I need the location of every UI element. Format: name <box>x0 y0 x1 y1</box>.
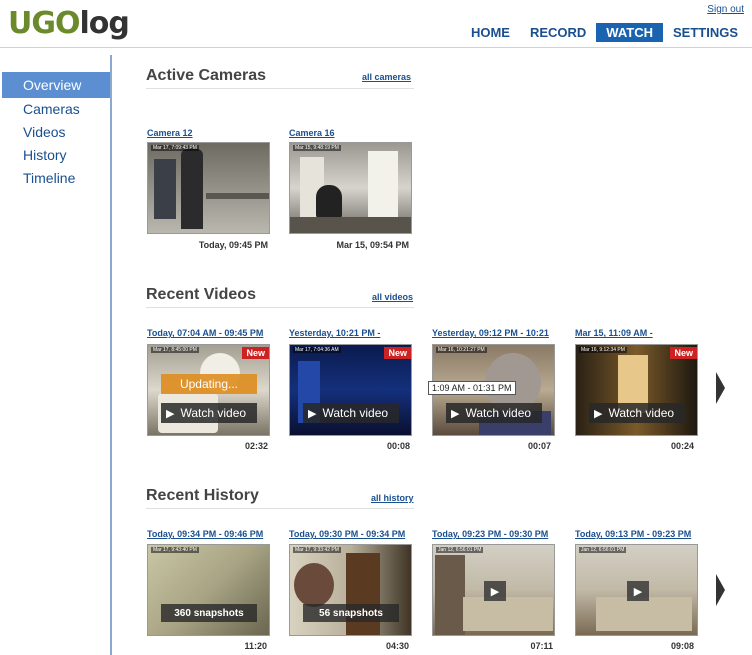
video-1-duration: 02:32 <box>244 441 268 451</box>
history-2-link[interactable]: Today, 09:30 PM - 09:34 PM <box>289 529 405 539</box>
history-1-duration: 11:20 <box>244 641 267 651</box>
sidebar-item-overview[interactable]: Overview <box>2 72 110 98</box>
timestamp-overlay: Mar 15, 9:48:19 PM <box>293 145 341 151</box>
history-1-thumbnail[interactable]: Mar 17, 9:43:40 PM 360 snapshots <box>147 544 270 636</box>
history-3-thumbnail[interactable]: Jan 12, 6:56:01 PM ▶ <box>432 544 555 636</box>
watch-video-label: Watch video <box>180 406 247 420</box>
sofa-shape <box>463 597 553 631</box>
video-1-thumbnail[interactable]: Mar 17, 8:45:00 PM New Updating... ▶ Watc… <box>147 344 270 436</box>
cat-shape <box>316 185 342 219</box>
recent-history-title: Recent History <box>146 487 259 504</box>
watch-video-label: Watch video <box>322 406 389 420</box>
timestamp-overlay: Mar 17, 8:45:00 PM <box>151 347 199 353</box>
watch-video-button[interactable]: ▶ Watch video <box>161 403 257 423</box>
sofa-shape <box>596 597 692 631</box>
camera-12-link[interactable]: Camera 12 <box>147 128 193 138</box>
watch-video-button[interactable]: ▶ Watch video <box>446 403 542 423</box>
time-range-tooltip: 1:09 AM - 01:31 PM <box>428 381 516 395</box>
sidebar-item-cameras[interactable]: Cameras <box>0 98 110 121</box>
video-4-link[interactable]: Mar 15, 11:09 AM - <box>575 328 653 338</box>
history-4-thumbnail[interactable]: Jan 12, 6:56:01 PM ▶ <box>575 544 698 636</box>
video-1-link[interactable]: Today, 07:04 AM - 09:45 PM <box>147 328 263 338</box>
play-icon: ▶ <box>308 407 317 420</box>
all-cameras-link[interactable]: all cameras <box>362 72 411 82</box>
bookshelf-shape <box>346 553 380 635</box>
play-icon[interactable]: ▶ <box>627 581 649 601</box>
play-icon: ▶ <box>166 407 175 420</box>
video-3-link[interactable]: Yesterday, 09:12 PM - 10:21 <box>432 328 549 338</box>
snapshots-count-label: 56 snapshots <box>303 604 399 622</box>
new-badge: New <box>670 347 697 359</box>
play-icon[interactable]: ▶ <box>484 581 506 601</box>
ugolog-logo[interactable]: UGOlog <box>8 6 130 41</box>
timestamp-overlay: Mar 16, 9:12:34 PM <box>579 347 627 353</box>
timestamp-overlay: Mar 17, 7:09:43 PM <box>151 145 199 151</box>
person-standing-shape <box>435 555 465 635</box>
sidebar-item-timeline[interactable]: Timeline <box>0 167 110 190</box>
watch-video-button[interactable]: ▶ Watch video <box>303 403 399 423</box>
next-history-arrow-icon[interactable] <box>716 574 725 606</box>
logo-part-2: log <box>79 6 130 41</box>
history-1-link[interactable]: Today, 09:34 PM - 09:46 PM <box>147 529 263 539</box>
sidebar-item-history[interactable]: History <box>0 144 110 167</box>
history-4-duration: 09:08 <box>670 641 694 651</box>
camera-12-thumbnail[interactable]: Mar 17, 7:09:43 PM <box>147 142 270 234</box>
watch-video-label: Watch video <box>465 406 532 420</box>
sidebar-item-videos[interactable]: Videos <box>0 121 110 144</box>
window-shape <box>154 159 176 219</box>
nav-watch[interactable]: WATCH <box>596 23 663 42</box>
play-icon: ▶ <box>594 407 603 420</box>
nav-settings[interactable]: SETTINGS <box>663 23 748 42</box>
floor-shape <box>290 217 411 233</box>
section-divider <box>146 508 414 509</box>
timestamp-overlay: Mar 17, 7:04:36 AM <box>293 347 341 353</box>
history-4-link[interactable]: Today, 09:13 PM - 09:23 PM <box>575 529 691 539</box>
new-badge: New <box>242 347 269 359</box>
video-4-thumbnail[interactable]: Mar 16, 9:12:34 PM New ▶ Watch video <box>575 344 698 436</box>
history-3-link[interactable]: Today, 09:23 PM - 09:30 PM <box>432 529 548 539</box>
nav-home[interactable]: HOME <box>461 23 520 42</box>
camera-12-caption: Today, 09:45 PM <box>198 240 268 250</box>
timestamp-overlay: Mar 16, 10:21:27 PM <box>436 347 487 353</box>
camera-16-caption: Mar 15, 09:54 PM <box>336 240 409 250</box>
video-2-thumbnail[interactable]: Mar 17, 7:04:36 AM New ▶ Watch video <box>289 344 412 436</box>
history-2-thumbnail[interactable]: Mar 17, 9:33:42 PM 56 snapshots <box>289 544 412 636</box>
active-cameras-title: Active Cameras <box>146 67 267 84</box>
timestamp-overlay: Mar 17, 9:43:40 PM <box>151 547 199 553</box>
logo-part-1: UGO <box>8 6 80 41</box>
video-4-duration: 00:24 <box>670 441 694 451</box>
timestamp-overlay: Mar 17, 9:33:42 PM <box>293 547 341 553</box>
updating-label: Updating... <box>161 374 257 394</box>
top-nav: HOME RECORD WATCH SETTINGS <box>461 23 748 42</box>
sign-out-link[interactable]: Sign out <box>707 4 744 15</box>
timestamp-overlay: Jan 12, 6:56:01 PM <box>436 547 484 553</box>
video-2-link[interactable]: Yesterday, 10:21 PM - <box>289 328 380 338</box>
section-divider <box>146 307 414 308</box>
recent-videos-title: Recent Videos <box>146 286 256 303</box>
table-shape <box>206 193 269 199</box>
all-history-link[interactable]: all history <box>371 493 414 503</box>
camera-16-link[interactable]: Camera 16 <box>289 128 335 138</box>
sidebar: Overview Cameras Videos History Timeline <box>0 55 112 655</box>
snapshots-count-label: 360 snapshots <box>161 604 257 622</box>
history-2-duration: 04:30 <box>385 641 409 651</box>
door-shape <box>368 151 398 225</box>
watch-video-button[interactable]: ▶ Watch video <box>589 403 685 423</box>
next-videos-arrow-icon[interactable] <box>716 372 725 404</box>
person-figure <box>181 149 203 229</box>
section-divider <box>146 88 414 89</box>
new-badge: New <box>384 347 411 359</box>
nav-record[interactable]: RECORD <box>520 23 596 42</box>
video-3-duration: 00:07 <box>527 441 551 451</box>
all-videos-link[interactable]: all videos <box>372 292 413 302</box>
play-icon: ▶ <box>451 407 460 420</box>
camera-16-thumbnail[interactable]: Mar 15, 9:48:19 PM <box>289 142 412 234</box>
history-3-duration: 07:11 <box>530 641 553 651</box>
person-shape <box>294 563 334 607</box>
timestamp-overlay: Jan 12, 6:56:01 PM <box>579 547 627 553</box>
watch-video-label: Watch video <box>608 406 675 420</box>
video-2-duration: 00:08 <box>386 441 410 451</box>
header-divider <box>0 47 752 48</box>
